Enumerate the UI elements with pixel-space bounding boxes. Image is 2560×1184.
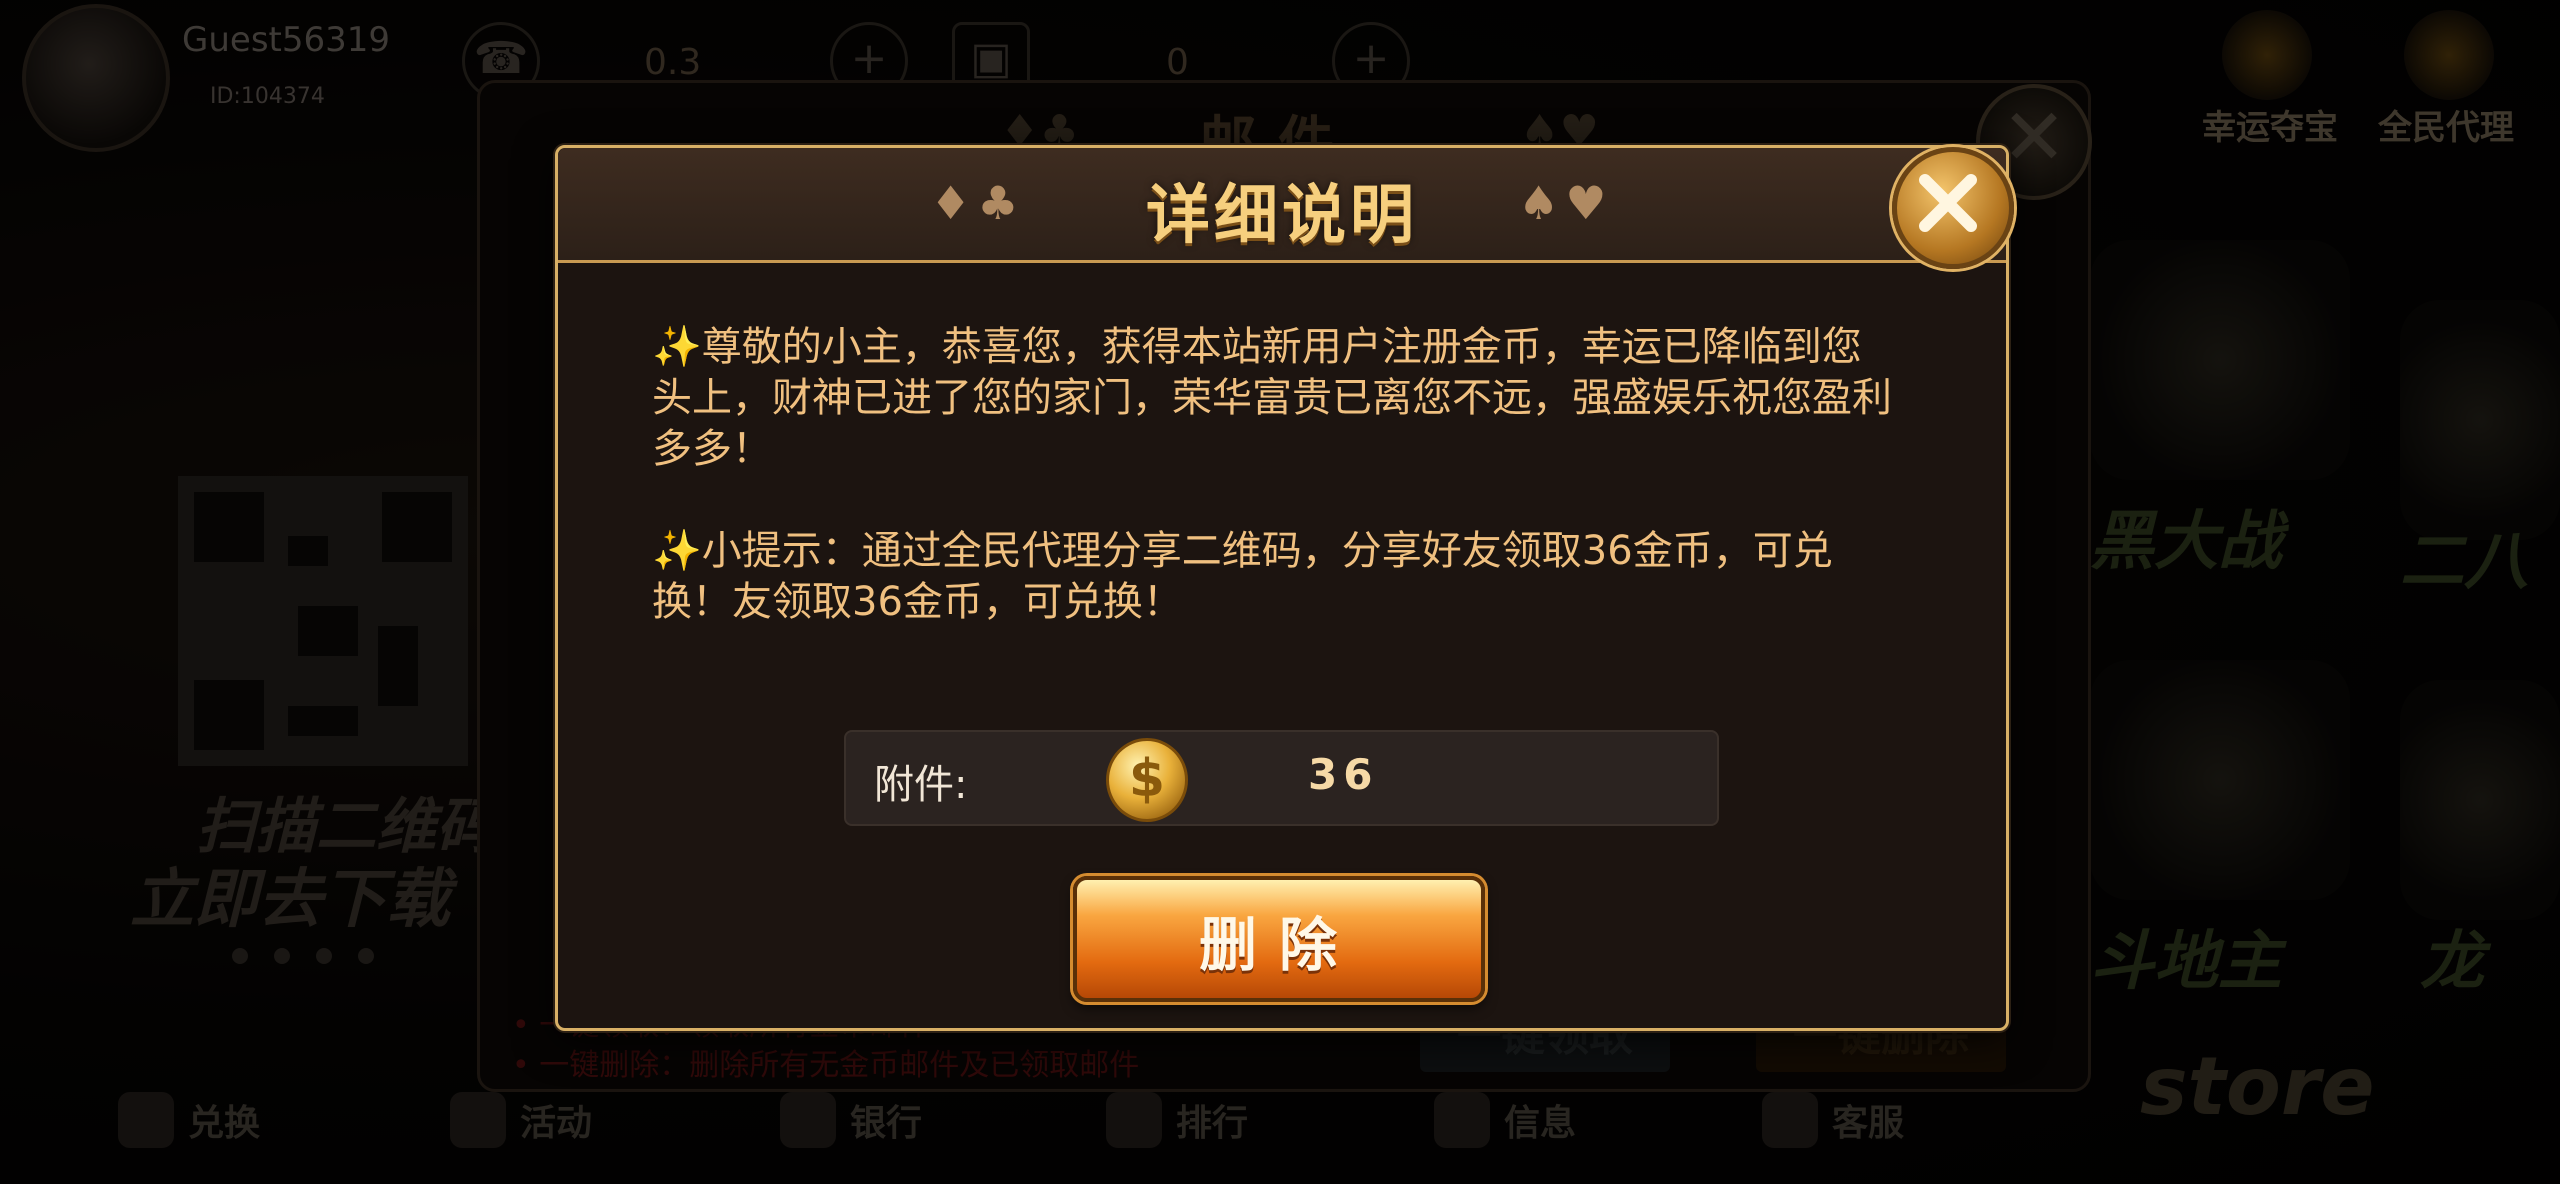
game-tile-3[interactable] [2090,660,2350,900]
close-icon[interactable] [1892,147,2014,269]
gift-icon [450,1092,506,1148]
headset-icon [1762,1092,1818,1148]
message-paragraph-1: ✨尊敬的小主，恭喜您，获得本站新用户注册金币，幸运已降临到您头上，财神已进了您的… [652,324,1892,472]
attachment-bar: 附件: $ 36 [844,730,1719,826]
nav-exchange[interactable]: 兑换 [118,1090,260,1150]
trophy-icon [1106,1092,1162,1148]
nav-service-label: 客服 [1832,1103,1905,1144]
safe-icon [780,1092,836,1148]
nav-activity-label: 活动 [520,1103,593,1144]
nav-bank-label: 银行 [850,1103,923,1144]
store-label: store [2140,1040,2375,1133]
attachment-label: 附件: [874,762,968,808]
avatar[interactable] [22,4,170,152]
game-tile-4[interactable] [2400,680,2560,920]
delete-button[interactable]: 删除 [1073,876,1485,1002]
game-label-1[interactable]: 黑大战 [2090,490,2282,582]
exchange-icon [118,1092,174,1148]
top-balance-2: 0 [1166,42,1189,83]
nav-message-label: 信息 [1504,1103,1577,1144]
mail-note-delete: • 一键删除：删除所有无金币邮件及已领取邮件 [512,1048,1140,1083]
nav-bank[interactable]: 银行 [780,1090,922,1150]
game-label-2[interactable]: 二八 [2400,510,2528,602]
carousel-dots [232,948,400,968]
guest-id: ID:104374 [210,84,325,109]
nav-activity[interactable]: 活动 [450,1090,592,1150]
game-label-4[interactable]: 龙 [2420,910,2484,1002]
game-tile-2[interactable] [2400,300,2560,540]
top-balance-1: 0.3 [644,42,702,83]
game-tile-1[interactable] [2090,240,2350,480]
dialog-title: 详细说明 [1146,179,1418,253]
nav-exchange-label: 兑换 [188,1103,261,1144]
attachment-value: 36 [1308,750,1379,799]
lucky-treasure-icon[interactable] [2222,10,2312,100]
store-button[interactable]: store [2140,1040,2500,1180]
mail-icon [1434,1092,1490,1148]
game-label-3[interactable]: 斗地主 [2090,910,2282,1002]
nav-ranking-label: 排行 [1176,1103,1249,1144]
nav-message[interactable]: 信息 [1434,1090,1576,1150]
suits-right-icon: ♠♥ [1518,176,1613,230]
lucky-treasure-label[interactable]: 幸运夺宝 [2202,100,2338,149]
delete-button-label: 删除 [1198,911,1359,979]
scan-text-2: 立即去下载 [130,863,450,937]
message-paragraph-2: ✨小提示：通过全民代理分享二维码，分享好友领取36金币，可兑换！友领取36金币，… [652,528,1833,625]
guest-name: Guest56319 [182,20,391,60]
nav-ranking[interactable]: 排行 [1106,1090,1248,1150]
qr-code [178,476,468,766]
dialog-header: ♦♣ 详细说明 ♠♥ [558,148,2006,263]
nav-service[interactable]: 客服 [1762,1090,1904,1150]
agent-label[interactable]: 全民代理 [2378,100,2514,149]
gold-coin-icon: $ [1106,738,1188,822]
agent-icon[interactable] [2404,10,2494,100]
